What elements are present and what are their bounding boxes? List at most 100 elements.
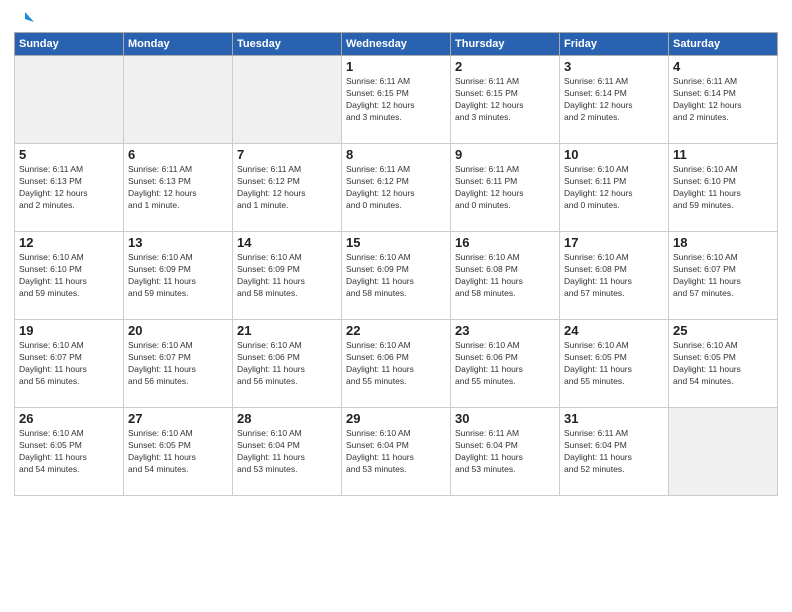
- day-info: Sunrise: 6:10 AMSunset: 6:07 PMDaylight:…: [19, 340, 119, 388]
- day-number: 29: [346, 411, 446, 426]
- day-number: 23: [455, 323, 555, 338]
- day-info: Sunrise: 6:11 AMSunset: 6:13 PMDaylight:…: [19, 164, 119, 212]
- weekday-header-sunday: Sunday: [15, 33, 124, 56]
- day-info: Sunrise: 6:11 AMSunset: 6:14 PMDaylight:…: [673, 76, 773, 124]
- day-info: Sunrise: 6:10 AMSunset: 6:09 PMDaylight:…: [128, 252, 228, 300]
- day-number: 28: [237, 411, 337, 426]
- day-cell: 14 Sunrise: 6:10 AMSunset: 6:09 PMDayligh…: [233, 232, 342, 320]
- weekday-header-friday: Friday: [560, 33, 669, 56]
- day-info: Sunrise: 6:10 AMSunset: 6:06 PMDaylight:…: [346, 340, 446, 388]
- day-number: 15: [346, 235, 446, 250]
- day-cell: 16 Sunrise: 6:10 AMSunset: 6:08 PMDayligh…: [451, 232, 560, 320]
- day-cell: 15 Sunrise: 6:10 AMSunset: 6:09 PMDayligh…: [342, 232, 451, 320]
- day-cell: [124, 56, 233, 144]
- day-info: Sunrise: 6:10 AMSunset: 6:04 PMDaylight:…: [237, 428, 337, 476]
- day-cell: [233, 56, 342, 144]
- day-info: Sunrise: 6:10 AMSunset: 6:06 PMDaylight:…: [237, 340, 337, 388]
- day-number: 22: [346, 323, 446, 338]
- day-number: 21: [237, 323, 337, 338]
- header: [14, 10, 778, 24]
- day-number: 9: [455, 147, 555, 162]
- logo-bird-icon: [16, 10, 34, 28]
- day-cell: 25 Sunrise: 6:10 AMSunset: 6:05 PMDayligh…: [669, 320, 778, 408]
- day-number: 8: [346, 147, 446, 162]
- day-info: Sunrise: 6:11 AMSunset: 6:04 PMDaylight:…: [455, 428, 555, 476]
- week-row-1: 1Sunrise: 6:11 AMSunset: 6:15 PMDaylight…: [15, 56, 778, 144]
- day-number: 11: [673, 147, 773, 162]
- day-info: Sunrise: 6:10 AMSunset: 6:07 PMDaylight:…: [128, 340, 228, 388]
- week-row-2: 5 Sunrise: 6:11 AMSunset: 6:13 PMDaylight…: [15, 144, 778, 232]
- weekday-header-tuesday: Tuesday: [233, 33, 342, 56]
- day-info: Sunrise: 6:10 AMSunset: 6:07 PMDaylight:…: [673, 252, 773, 300]
- day-number: 5: [19, 147, 119, 162]
- day-cell: 1Sunrise: 6:11 AMSunset: 6:15 PMDaylight…: [342, 56, 451, 144]
- day-info: Sunrise: 6:10 AMSunset: 6:10 PMDaylight:…: [673, 164, 773, 212]
- day-cell: 17 Sunrise: 6:10 AMSunset: 6:08 PMDayligh…: [560, 232, 669, 320]
- day-info: Sunrise: 6:10 AMSunset: 6:05 PMDaylight:…: [564, 340, 664, 388]
- day-cell: [669, 408, 778, 496]
- day-cell: 29 Sunrise: 6:10 AMSunset: 6:04 PMDayligh…: [342, 408, 451, 496]
- day-cell: 26Sunrise: 6:10 AMSunset: 6:05 PMDayligh…: [15, 408, 124, 496]
- day-info: Sunrise: 6:10 AMSunset: 6:04 PMDaylight:…: [346, 428, 446, 476]
- day-number: 30: [455, 411, 555, 426]
- day-cell: 13 Sunrise: 6:10 AMSunset: 6:09 PMDayligh…: [124, 232, 233, 320]
- week-row-3: 12 Sunrise: 6:10 AMSunset: 6:10 PMDayligh…: [15, 232, 778, 320]
- day-info: Sunrise: 6:10 AMSunset: 6:08 PMDaylight:…: [455, 252, 555, 300]
- day-number: 27: [128, 411, 228, 426]
- day-number: 12: [19, 235, 119, 250]
- day-cell: 31Sunrise: 6:11 AMSunset: 6:04 PMDayligh…: [560, 408, 669, 496]
- day-cell: 22 Sunrise: 6:10 AMSunset: 6:06 PMDayligh…: [342, 320, 451, 408]
- day-cell: 2Sunrise: 6:11 AMSunset: 6:15 PMDaylight…: [451, 56, 560, 144]
- day-info: Sunrise: 6:10 AMSunset: 6:09 PMDaylight:…: [346, 252, 446, 300]
- day-info: Sunrise: 6:10 AMSunset: 6:06 PMDaylight:…: [455, 340, 555, 388]
- day-number: 4: [673, 59, 773, 74]
- weekday-header-wednesday: Wednesday: [342, 33, 451, 56]
- day-info: Sunrise: 6:10 AMSunset: 6:10 PMDaylight:…: [19, 252, 119, 300]
- day-info: Sunrise: 6:11 AMSunset: 6:14 PMDaylight:…: [564, 76, 664, 124]
- day-cell: 5 Sunrise: 6:11 AMSunset: 6:13 PMDaylight…: [15, 144, 124, 232]
- weekday-header-monday: Monday: [124, 33, 233, 56]
- day-cell: 19 Sunrise: 6:10 AMSunset: 6:07 PMDayligh…: [15, 320, 124, 408]
- weekday-header-saturday: Saturday: [669, 33, 778, 56]
- day-cell: 11 Sunrise: 6:10 AMSunset: 6:10 PMDayligh…: [669, 144, 778, 232]
- day-number: 10: [564, 147, 664, 162]
- day-cell: 4 Sunrise: 6:11 AMSunset: 6:14 PMDaylight…: [669, 56, 778, 144]
- week-row-4: 19 Sunrise: 6:10 AMSunset: 6:07 PMDayligh…: [15, 320, 778, 408]
- day-cell: [15, 56, 124, 144]
- day-cell: 21 Sunrise: 6:10 AMSunset: 6:06 PMDayligh…: [233, 320, 342, 408]
- day-number: 19: [19, 323, 119, 338]
- day-number: 7: [237, 147, 337, 162]
- day-cell: 8 Sunrise: 6:11 AMSunset: 6:12 PMDaylight…: [342, 144, 451, 232]
- day-cell: 12 Sunrise: 6:10 AMSunset: 6:10 PMDayligh…: [15, 232, 124, 320]
- day-info: Sunrise: 6:11 AMSunset: 6:13 PMDaylight:…: [128, 164, 228, 212]
- day-cell: 28 Sunrise: 6:10 AMSunset: 6:04 PMDayligh…: [233, 408, 342, 496]
- day-number: 14: [237, 235, 337, 250]
- page: SundayMondayTuesdayWednesdayThursdayFrid…: [0, 0, 792, 612]
- day-number: 26: [19, 411, 119, 426]
- day-cell: 9Sunrise: 6:11 AMSunset: 6:11 PMDaylight…: [451, 144, 560, 232]
- week-row-5: 26 Sunrise: 6:10 AMSunset: 6:05 PMDayligh…: [15, 408, 778, 496]
- day-info: Sunrise: 6:10 AMSunset: 6:11 PMDaylight:…: [564, 164, 664, 212]
- day-number: 16: [455, 235, 555, 250]
- day-number: 2: [455, 59, 555, 74]
- day-info: Sunrise: 6:10 AMSunset: 6:05 PMDaylight:…: [673, 340, 773, 388]
- day-number: 25: [673, 323, 773, 338]
- day-info: Sunrise: 6:11 AMSunset: 6:04 PMDaylight:…: [564, 428, 664, 476]
- day-info: Sunrise: 6:10 AMSunset: 6:08 PMDaylight:…: [564, 252, 664, 300]
- day-number: 20: [128, 323, 228, 338]
- day-cell: 6Sunrise: 6:11 AMSunset: 6:13 PMDaylight…: [124, 144, 233, 232]
- weekday-header-thursday: Thursday: [451, 33, 560, 56]
- day-cell: 20 Sunrise: 6:10 AMSunset: 6:07 PMDayligh…: [124, 320, 233, 408]
- day-info: Sunrise: 6:11 AMSunset: 6:15 PMDaylight:…: [346, 76, 446, 124]
- calendar-table: SundayMondayTuesdayWednesdayThursdayFrid…: [14, 32, 778, 496]
- weekday-header-row: SundayMondayTuesdayWednesdayThursdayFrid…: [15, 33, 778, 56]
- day-number: 17: [564, 235, 664, 250]
- day-cell: 7 Sunrise: 6:11 AMSunset: 6:12 PMDaylight…: [233, 144, 342, 232]
- day-number: 13: [128, 235, 228, 250]
- day-info: Sunrise: 6:11 AMSunset: 6:12 PMDaylight:…: [237, 164, 337, 212]
- day-info: Sunrise: 6:10 AMSunset: 6:09 PMDaylight:…: [237, 252, 337, 300]
- day-cell: 30 Sunrise: 6:11 AMSunset: 6:04 PMDayligh…: [451, 408, 560, 496]
- day-cell: 24Sunrise: 6:10 AMSunset: 6:05 PMDayligh…: [560, 320, 669, 408]
- day-info: Sunrise: 6:10 AMSunset: 6:05 PMDaylight:…: [128, 428, 228, 476]
- day-info: Sunrise: 6:11 AMSunset: 6:12 PMDaylight:…: [346, 164, 446, 212]
